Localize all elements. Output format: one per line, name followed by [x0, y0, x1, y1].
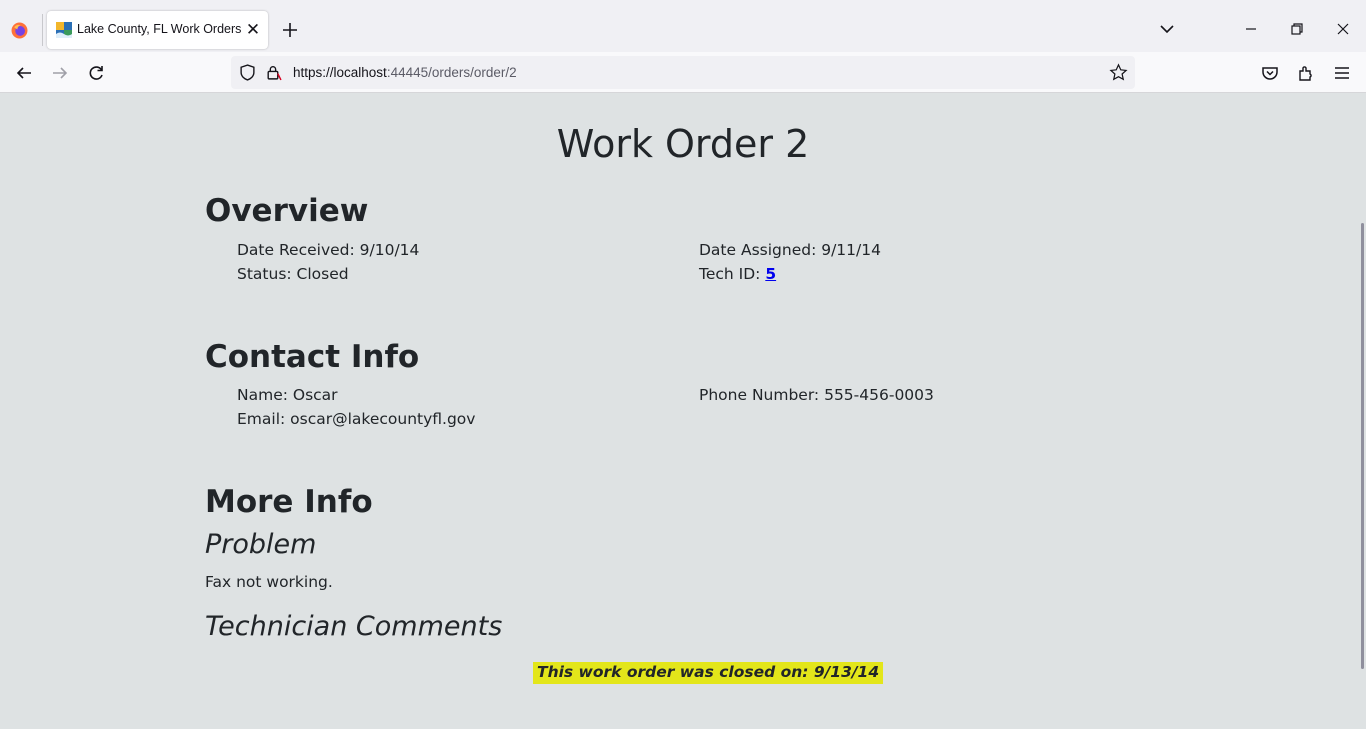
pocket-icon[interactable] — [1259, 62, 1281, 84]
tech-id-label: Tech ID: — [699, 265, 766, 283]
bookmark-star-icon[interactable] — [1109, 63, 1128, 82]
url-host: https://localhost — [293, 65, 387, 80]
overview-heading: Overview — [205, 193, 369, 229]
forward-icon[interactable] — [49, 62, 71, 84]
problem-heading: Problem — [205, 529, 317, 560]
new-tab-icon[interactable] — [278, 18, 302, 42]
reload-icon[interactable] — [85, 62, 107, 84]
restore-icon[interactable] — [1285, 17, 1309, 41]
firefox-icon[interactable] — [11, 22, 28, 39]
scrollbar[interactable] — [1361, 223, 1364, 669]
date-assigned: Date Assigned: 9/11/14 — [699, 241, 881, 259]
tab-separator — [42, 14, 43, 46]
status: Status: Closed — [237, 265, 349, 283]
more-info-heading: More Info — [205, 484, 373, 520]
close-tab-icon[interactable]: ✕ — [242, 19, 264, 41]
date-received: Date Received: 9/10/14 — [237, 241, 420, 259]
navigation-toolbar: https://localhost:44445/orders/order/2 — [0, 52, 1366, 93]
url-path: :44445/orders/order/2 — [386, 65, 517, 80]
problem-text: Fax not working. — [205, 573, 333, 591]
contact-info-heading: Contact Info — [205, 339, 420, 375]
tech-id: Tech ID: 5 — [699, 265, 776, 283]
lock-warning-icon[interactable] — [265, 64, 282, 81]
lake-county-favicon-icon — [56, 22, 72, 38]
list-all-tabs-icon[interactable] — [1157, 19, 1177, 39]
tab-work-orders[interactable]: Lake County, FL Work Orders ✕ — [47, 11, 268, 49]
page-title: Work Order 2 — [556, 122, 810, 166]
menu-icon[interactable] — [1331, 62, 1353, 84]
minimize-icon[interactable] — [1239, 17, 1263, 41]
contact-name: Name: Oscar — [237, 386, 338, 404]
extensions-icon[interactable] — [1295, 62, 1317, 84]
contact-email: Email: oscar@lakecountyfl.gov — [237, 410, 476, 428]
close-window-icon[interactable] — [1331, 17, 1355, 41]
back-icon[interactable] — [13, 62, 35, 84]
tab-bar: Lake County, FL Work Orders ✕ — [0, 0, 1366, 52]
url-bar[interactable]: https://localhost:44445/orders/order/2 — [231, 56, 1135, 89]
shield-icon[interactable] — [239, 64, 256, 81]
closed-date-note: This work order was closed on: 9/13/14 — [533, 662, 884, 684]
technician-comments-heading: Technician Comments — [205, 611, 503, 642]
page-content: Work Order 2 Overview Date Received: 9/1… — [0, 93, 1366, 729]
tab-title: Lake County, FL Work Orders — [77, 22, 242, 36]
tech-id-link[interactable]: 5 — [765, 265, 776, 283]
contact-phone: Phone Number: 555-456-0003 — [699, 386, 934, 404]
url-text[interactable]: https://localhost:44445/orders/order/2 — [293, 65, 517, 80]
